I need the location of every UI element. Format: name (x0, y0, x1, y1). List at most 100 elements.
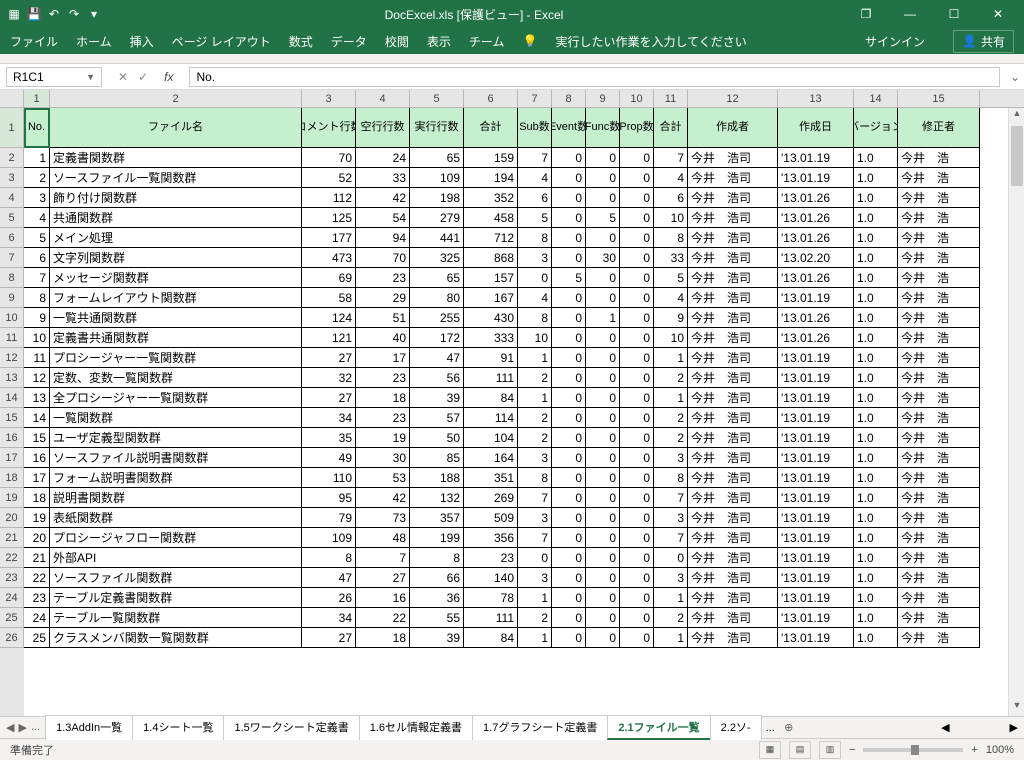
cell[interactable]: 今井 浩 (898, 388, 980, 408)
cell[interactable]: 今井 浩 (898, 348, 980, 368)
cell[interactable]: '13.01.19 (778, 468, 854, 488)
cell[interactable]: 1 (518, 588, 552, 608)
cell[interactable]: 0 (620, 508, 654, 528)
cell[interactable]: 84 (464, 628, 518, 648)
cell[interactable]: 8 (518, 308, 552, 328)
cell[interactable]: 0 (586, 608, 620, 628)
cell[interactable]: 441 (410, 228, 464, 248)
cell[interactable]: 0 (552, 368, 586, 388)
cell[interactable]: 0 (586, 268, 620, 288)
row-header[interactable]: 7 (0, 248, 24, 268)
header-cell[interactable]: Event数 (552, 108, 586, 148)
cell[interactable]: 33 (356, 168, 410, 188)
cell[interactable]: 21 (24, 548, 50, 568)
cell[interactable]: 7 (518, 528, 552, 548)
cell[interactable]: 1 (654, 348, 688, 368)
cell[interactable]: 今井 浩司 (688, 228, 778, 248)
cell[interactable]: 0 (620, 228, 654, 248)
cell[interactable]: 124 (302, 308, 356, 328)
cell[interactable]: 47 (302, 568, 356, 588)
cell[interactable]: 49 (302, 448, 356, 468)
cell[interactable]: 1.0 (854, 328, 898, 348)
sheet-tab[interactable]: 1.7グラフシート定義書 (472, 715, 608, 740)
cell[interactable]: 84 (464, 388, 518, 408)
cell[interactable]: 8 (302, 548, 356, 568)
cell[interactable]: 共通関数群 (50, 208, 302, 228)
cell[interactable]: 0 (654, 548, 688, 568)
cell[interactable]: 飾り付け関数群 (50, 188, 302, 208)
cell[interactable]: 1.0 (854, 568, 898, 588)
cell[interactable]: 255 (410, 308, 464, 328)
cell[interactable]: 1.0 (854, 268, 898, 288)
cell[interactable]: '13.01.19 (778, 608, 854, 628)
cell[interactable]: 今井 浩司 (688, 548, 778, 568)
cell[interactable]: 1.0 (854, 168, 898, 188)
cell[interactable]: 0 (620, 148, 654, 168)
header-cell[interactable]: 作成者 (688, 108, 778, 148)
cell[interactable]: 0 (620, 388, 654, 408)
cell[interactable]: 今井 浩司 (688, 468, 778, 488)
cell[interactable]: 今井 浩 (898, 188, 980, 208)
cell[interactable]: 42 (356, 488, 410, 508)
col-header[interactable]: 6 (464, 90, 518, 107)
cell[interactable]: 3 (518, 508, 552, 528)
row-header[interactable]: 14 (0, 388, 24, 408)
cell[interactable]: 1.0 (854, 368, 898, 388)
cell[interactable]: 0 (620, 408, 654, 428)
cell[interactable]: 57 (410, 408, 464, 428)
cell[interactable]: 3 (654, 448, 688, 468)
formula-input[interactable] (189, 67, 1000, 87)
cell[interactable]: 0 (620, 468, 654, 488)
cell[interactable]: 0 (552, 228, 586, 248)
enter-icon[interactable]: ✓ (138, 70, 148, 84)
cell[interactable]: 0 (552, 508, 586, 528)
tab-review[interactable]: 校閲 (385, 33, 409, 50)
cell[interactable]: 今井 浩司 (688, 368, 778, 388)
cell[interactable]: 111 (464, 368, 518, 388)
cell[interactable]: '13.01.19 (778, 528, 854, 548)
header-cell[interactable]: 合計 (464, 108, 518, 148)
row-header[interactable]: 18 (0, 468, 24, 488)
cell[interactable]: 2 (654, 608, 688, 628)
cell[interactable]: 140 (464, 568, 518, 588)
vertical-scrollbar[interactable]: ▲ ▼ (1008, 108, 1024, 716)
cell[interactable]: 今井 浩 (898, 168, 980, 188)
cell[interactable]: 2 (518, 368, 552, 388)
cell[interactable]: 7 (24, 268, 50, 288)
tab-team[interactable]: チーム (469, 33, 505, 50)
cell[interactable]: 1 (586, 308, 620, 328)
cell[interactable]: 0 (620, 488, 654, 508)
cell[interactable]: 199 (410, 528, 464, 548)
cell[interactable]: 0 (586, 428, 620, 448)
row-header[interactable]: 15 (0, 408, 24, 428)
row-header[interactable]: 19 (0, 488, 24, 508)
cell[interactable]: 0 (620, 348, 654, 368)
cell[interactable]: '13.01.26 (778, 208, 854, 228)
cell[interactable]: 109 (302, 528, 356, 548)
cell[interactable]: '13.01.26 (778, 328, 854, 348)
cell[interactable]: 9 (654, 308, 688, 328)
tab-file[interactable]: ファイル (10, 33, 58, 50)
cell[interactable]: 0 (552, 448, 586, 468)
tab-data[interactable]: データ (331, 33, 367, 50)
cell[interactable]: 0 (586, 548, 620, 568)
cell[interactable]: 1 (518, 388, 552, 408)
cell[interactable]: 今井 浩 (898, 448, 980, 468)
cell[interactable]: 0 (552, 528, 586, 548)
cell[interactable]: 4 (654, 168, 688, 188)
ribbon-display-icon[interactable]: ❐ (846, 0, 886, 28)
cell[interactable]: 16 (24, 448, 50, 468)
cell[interactable]: 8 (654, 468, 688, 488)
cell[interactable]: 0 (586, 188, 620, 208)
cell[interactable]: 34 (302, 608, 356, 628)
cell[interactable]: 27 (302, 388, 356, 408)
cell[interactable]: 20 (24, 528, 50, 548)
cell[interactable]: '13.01.19 (778, 548, 854, 568)
cell[interactable]: 157 (464, 268, 518, 288)
cell[interactable]: 111 (464, 608, 518, 628)
header-cell[interactable]: 空行行数 (356, 108, 410, 148)
row-header[interactable]: 17 (0, 448, 24, 468)
col-header[interactable]: 3 (302, 90, 356, 107)
cell[interactable]: 今井 浩司 (688, 628, 778, 648)
cell[interactable]: 356 (464, 528, 518, 548)
